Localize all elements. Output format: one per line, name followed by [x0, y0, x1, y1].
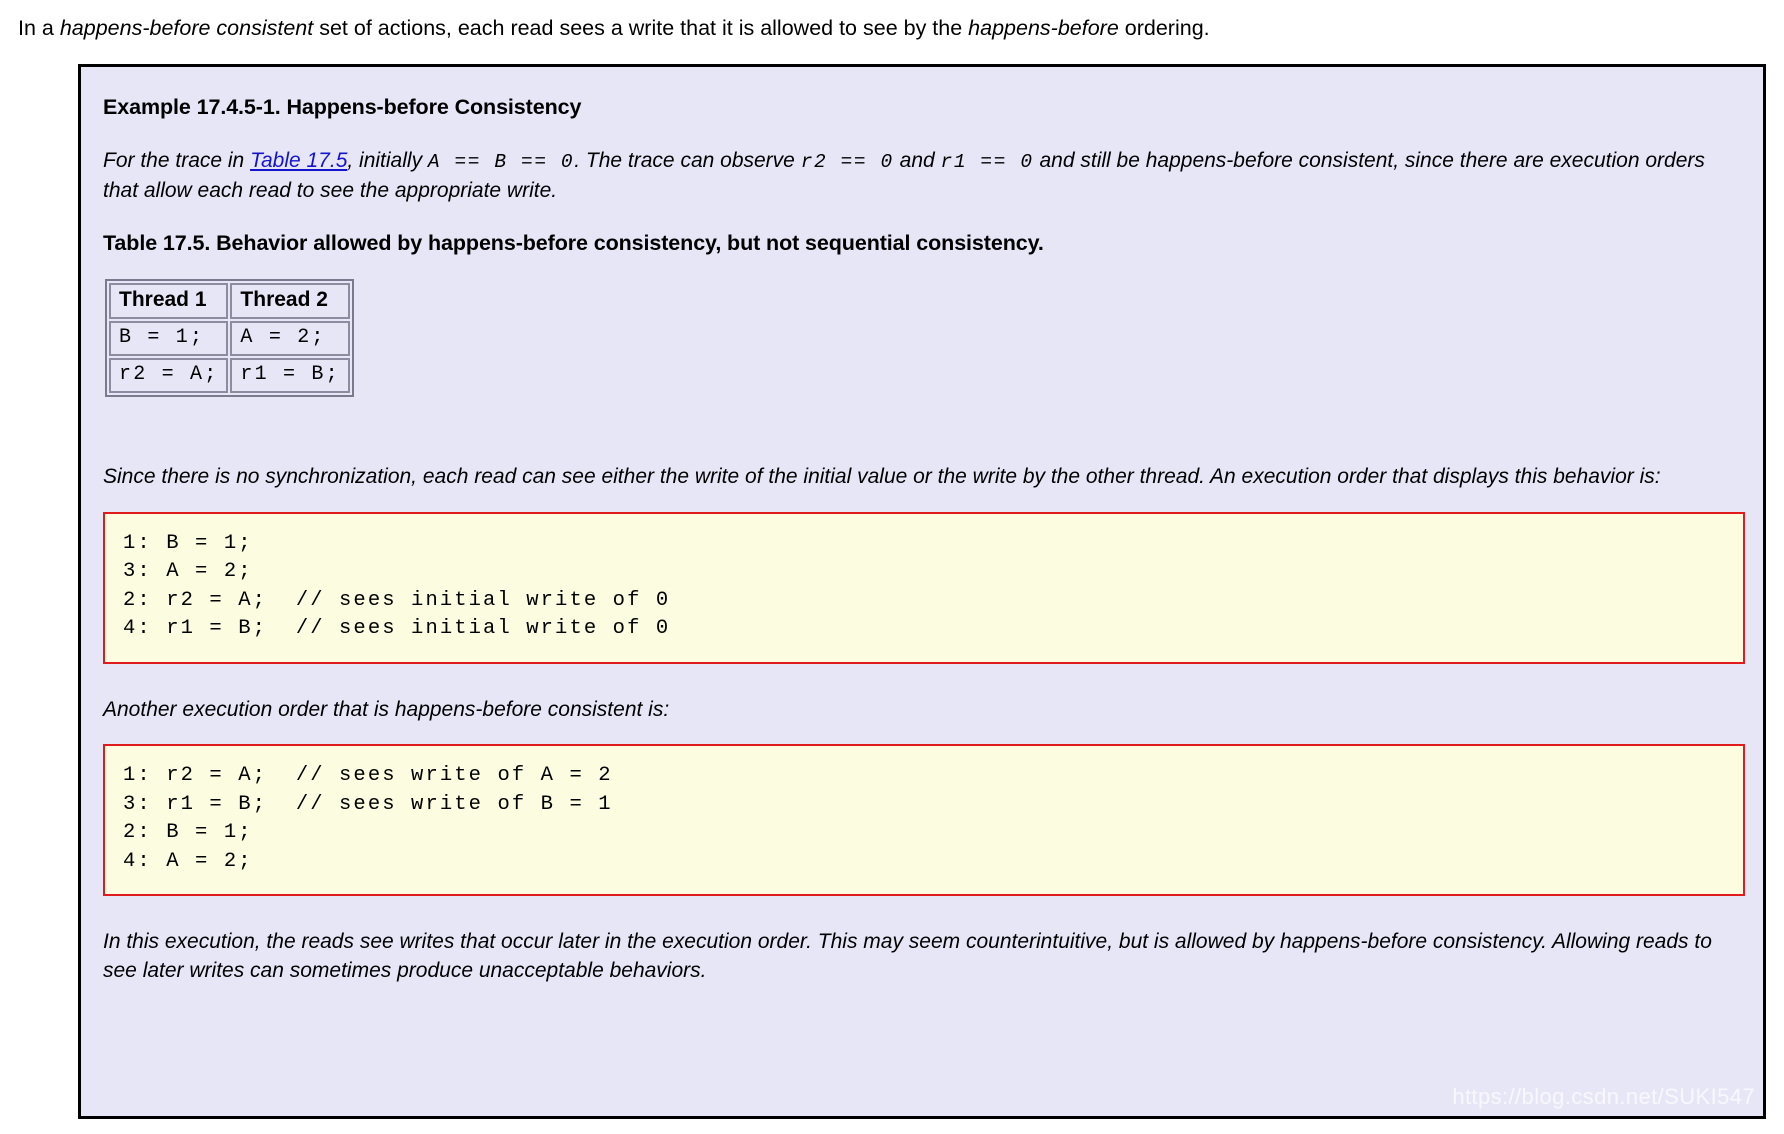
cell-thread2-line1: A = 2;	[230, 321, 350, 356]
table-17-5-link[interactable]: Table 17.5	[250, 149, 347, 172]
paragraph-before-first-code: Since there is no synchronization, each …	[103, 465, 1661, 488]
column-header-thread-1: Thread 1	[109, 283, 229, 319]
example-box-content: Example 17.4.5-1. Happens-before Consist…	[81, 67, 1763, 985]
example-intro-paragraph: For the trace in Table 17.5, initially A…	[103, 147, 1739, 205]
inline-code-r1-zero: r1 == 0	[940, 151, 1034, 173]
intro-para-seg-1: For the trace in	[103, 149, 251, 172]
intro-para-seg-3: . The trace can observe	[574, 149, 801, 172]
example-title: Example 17.4.5-1. Happens-before Consist…	[103, 95, 582, 119]
intro-emphasis-happens-before-consistent: happens-before consistent	[59, 16, 314, 40]
spacer-before-closing-paragraph	[103, 896, 1739, 928]
code-block-first-execution-order: 1: B = 1; 3: A = 2; 2: r2 = A; // sees i…	[103, 511, 1745, 664]
table-row: B = 1; A = 2;	[109, 321, 350, 356]
spacer-after-table	[103, 397, 1739, 463]
thread-table-body: B = 1; A = 2; r2 = A; r1 = B;	[109, 321, 350, 393]
intro-text-part-3: ordering.	[1118, 16, 1210, 40]
intro-emphasis-happens-before: happens-before	[968, 16, 1119, 40]
cell-thread2-line2: r1 = B;	[230, 358, 350, 393]
cell-thread1-line2: r2 = A;	[109, 358, 229, 393]
watermark: https://blog.csdn.net/SUKI547	[1452, 1084, 1755, 1109]
inline-code-a-b-zero: A == B == 0	[427, 151, 575, 173]
table-header-row: Thread 1 Thread 2	[109, 283, 350, 319]
thread-trace-table: Thread 1 Thread 2 B = 1; A = 2; r2 = A; …	[105, 279, 354, 397]
intro-para-seg-2: , initially	[347, 149, 428, 172]
intro-para-seg-4: and	[893, 149, 941, 172]
thread-table-head: Thread 1 Thread 2	[109, 283, 350, 319]
intro-text-part-1: In a	[18, 16, 60, 40]
closing-paragraph: In this execution, the reads see writes …	[103, 930, 1712, 982]
table-row: r2 = A; r1 = B;	[109, 358, 350, 393]
intro-text-part-2: set of actions, each read sees a write t…	[313, 16, 969, 40]
code-block-second-execution-order: 1: r2 = A; // sees write of A = 2 3: r1 …	[103, 744, 1745, 896]
intro-sentence: In a happens-before consistent set of ac…	[18, 13, 1758, 43]
example-box: Example 17.4.5-1. Happens-before Consist…	[78, 64, 1766, 1119]
paragraph-before-second-code: Another execution order that is happens-…	[103, 697, 670, 721]
column-header-thread-2: Thread 2	[230, 283, 350, 319]
spacer-between-code-and-text	[103, 664, 1739, 696]
table-caption: Table 17.5. Behavior allowed by happens-…	[103, 231, 1044, 255]
inline-code-r2-zero: r2 == 0	[800, 151, 894, 173]
cell-thread1-line1: B = 1;	[109, 321, 229, 356]
